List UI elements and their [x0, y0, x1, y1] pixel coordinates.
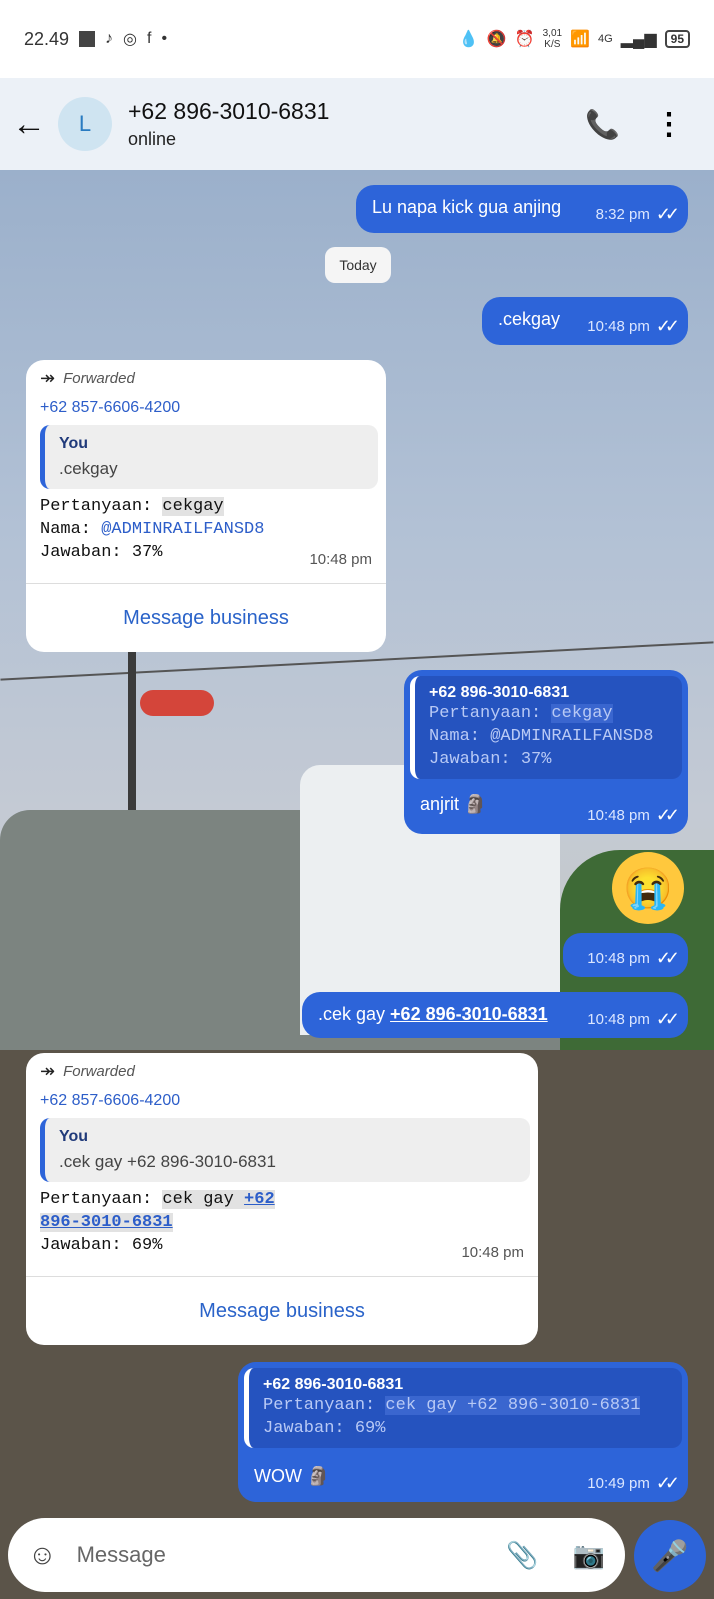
contact-status: online — [128, 129, 177, 149]
chat-header: ← L +62 896-3010-6831 online 📞 ⋮ — [0, 78, 714, 170]
quoted-message[interactable]: +62 896-3010-6831 Pertanyaan: cek gay +6… — [244, 1368, 682, 1448]
phone-link[interactable]: +62 896-3010-6831 — [390, 1004, 548, 1024]
status-bar: 22.49 ♪ ◎ f • 💧 🔕 ⏰ 3,01 K/S 📶 4G ▂▄▆ 95 — [0, 0, 714, 78]
network-speed: 3,01 K/S — [542, 28, 563, 50]
alarm-icon: ⏰ — [514, 31, 535, 48]
more-options-icon[interactable]: ⋮ — [654, 107, 684, 142]
message-input[interactable] — [74, 1541, 479, 1569]
paperclip-icon[interactable]: 📎 — [506, 1540, 538, 1571]
message-outgoing-reply[interactable]: +62 896-3010-6831 Pertanyaan: cek gay +6… — [238, 1362, 688, 1502]
message-time: 10:48 pm — [587, 950, 650, 967]
quoted-message[interactable]: +62 896-3010-6831 Pertanyaan: cekgay Nam… — [410, 676, 682, 779]
message-time: 10:48 pm — [587, 318, 650, 335]
forwarded-sender[interactable]: +62 857-6606-4200 — [40, 1092, 530, 1110]
add-call-icon[interactable]: 📞 — [585, 108, 620, 141]
read-receipt-icon: ✓✓ — [655, 805, 680, 825]
message-body: Pertanyaan: cek gay +62 896-3010-6831 Ja… — [40, 1190, 275, 1255]
message-meta: 10:48 pm ✓✓ — [587, 805, 680, 826]
message-time: 10:48 pm — [587, 1011, 650, 1028]
message-meta: 8:32 pm ✓✓ — [595, 204, 680, 225]
clock: 22.49 — [24, 28, 70, 49]
read-receipt-icon: ✓✓ — [655, 204, 680, 224]
facebook-icon: f — [147, 30, 152, 47]
message-outgoing[interactable]: 10:48 pm ✓✓ — [563, 933, 688, 977]
message-outgoing[interactable]: .cek gay +62 896-3010-6831 10:48 pm ✓✓ — [302, 992, 688, 1038]
message-incoming-forwarded[interactable]: ↠ Forwarded +62 857-6606-4200 You .cek g… — [26, 1053, 538, 1345]
back-arrow-icon[interactable]: ← — [12, 105, 52, 144]
forwarded-label: ↠ Forwarded — [40, 1061, 135, 1081]
quoted-message[interactable]: You .cek gay +62 896-3010-6831 — [40, 1118, 530, 1182]
avatar[interactable]: L — [58, 97, 112, 151]
network-type: 4G — [598, 33, 613, 45]
message-business-button[interactable]: Message business — [26, 583, 386, 652]
more-notifications-icon: • — [161, 30, 168, 47]
phone-link[interactable]: 896-3010-6831 — [40, 1213, 173, 1232]
forward-arrow-icon: ↠ — [40, 1061, 56, 1081]
quoted-text: Pertanyaan: cek gay +62 896-3010-6831 Ja… — [263, 1396, 641, 1438]
quoted-sender: +62 896-3010-6831 — [263, 1376, 404, 1393]
message-incoming-forwarded[interactable]: ↠ Forwarded +62 857-6606-4200 You .cekga… — [26, 360, 386, 652]
battery-icon: 95 — [664, 30, 690, 48]
data-saver-icon: 💧 — [458, 31, 479, 48]
message-time: 10:48 pm — [587, 807, 650, 824]
quoted-message[interactable]: You .cekgay — [40, 425, 378, 489]
message-outgoing[interactable]: .cekgay 10:48 pm ✓✓ — [482, 297, 688, 345]
date-separator: Today — [325, 247, 391, 283]
message-meta: 10:49 pm ✓✓ — [587, 1473, 680, 1494]
message-text: .cek gay +62 896-3010-6831 — [318, 1004, 548, 1024]
quoted-sender: You — [59, 435, 89, 452]
message-text: Lu napa kick gua anjing — [372, 197, 562, 217]
instagram-icon: ◎ — [123, 31, 138, 48]
microphone-icon[interactable]: 🎤 — [634, 1520, 706, 1592]
message-time: 10:48 pm — [309, 551, 372, 568]
message-meta: 10:48 pm ✓✓ — [587, 1009, 680, 1030]
forwarded-label: ↠ Forwarded — [40, 368, 135, 388]
signal-icon: ▂▄▆ — [620, 31, 657, 48]
message-meta: 10:48 pm ✓✓ — [587, 948, 680, 969]
message-text: WOW 🗿 — [254, 1466, 330, 1486]
phone-link[interactable]: +62 — [244, 1190, 275, 1209]
message-outgoing-reply[interactable]: +62 896-3010-6831 Pertanyaan: cekgay Nam… — [404, 670, 688, 834]
composer: ☺ 📎 📷 — [8, 1518, 625, 1592]
message-meta: 10:48 pm ✓✓ — [587, 316, 680, 337]
forward-arrow-icon: ↠ — [40, 368, 56, 388]
quoted-text: .cekgay — [59, 459, 118, 478]
mute-icon: 🔕 — [486, 31, 507, 48]
message-text: anjrit 🗿 — [420, 794, 487, 814]
quoted-text: Pertanyaan: cekgay Nama: @ADMINRAILFANSD… — [429, 704, 654, 769]
quoted-text: .cek gay +62 896-3010-6831 — [59, 1152, 276, 1171]
message-text: .cekgay — [498, 309, 561, 329]
mention-link[interactable]: @ADMINRAILFANSD8 — [101, 520, 264, 539]
read-receipt-icon: ✓✓ — [655, 948, 680, 968]
read-receipt-icon: ✓✓ — [655, 1473, 680, 1493]
emoji-message[interactable]: 😭 — [612, 852, 684, 924]
semaphore-arm — [140, 690, 214, 716]
wifi-icon: 📶 — [570, 31, 590, 48]
quoted-sender: You — [59, 1128, 89, 1145]
quoted-sender: +62 896-3010-6831 — [429, 684, 570, 701]
read-receipt-icon: ✓✓ — [655, 1009, 680, 1029]
tiktok-icon: ♪ — [105, 30, 114, 47]
message-business-button[interactable]: Message business — [26, 1276, 538, 1345]
message-time: 8:32 pm — [595, 206, 650, 223]
contact-name: +62 896-3010-6831 — [128, 98, 330, 124]
camera-icon[interactable]: 📷 — [573, 1540, 605, 1571]
contact-info[interactable]: +62 896-3010-6831 online — [128, 98, 329, 150]
message-time: 10:48 pm — [461, 1244, 524, 1261]
message-outgoing[interactable]: Lu napa kick gua anjing 8:32 pm ✓✓ — [356, 185, 688, 233]
sticker-icon[interactable]: ☺ — [28, 1539, 57, 1571]
notification-square-icon — [79, 31, 96, 47]
header-actions: 📞 ⋮ — [585, 107, 702, 142]
status-left: 22.49 ♪ ◎ f • — [24, 29, 167, 50]
message-time: 10:49 pm — [587, 1475, 650, 1492]
status-right: 💧 🔕 ⏰ 3,01 K/S 📶 4G ▂▄▆ 95 — [459, 28, 690, 50]
read-receipt-icon: ✓✓ — [655, 316, 680, 336]
forwarded-sender[interactable]: +62 857-6606-4200 — [40, 399, 378, 417]
